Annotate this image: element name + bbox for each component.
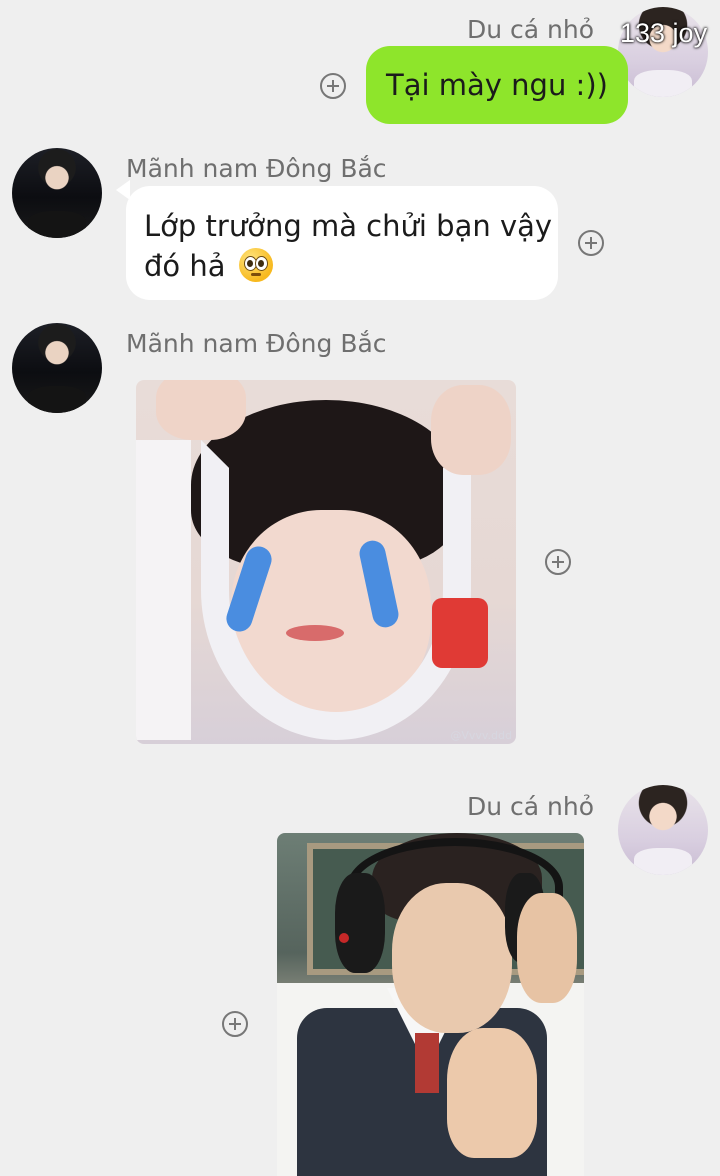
message-text-line-2: đó hả <box>144 246 540 286</box>
message-text-line-2-text: đó hả <box>144 249 226 283</box>
sender-name: Du cá nhỏ <box>466 15 594 44</box>
pleading-face-icon <box>238 248 273 282</box>
crying-sticker-image[interactable]: @Vvvv.ddd <box>136 380 516 744</box>
plus-circle-icon[interactable] <box>545 549 571 575</box>
bubble-tail <box>594 55 608 75</box>
avatar-overlay-label: 133 joy <box>620 18 708 48</box>
message-bubble-incoming[interactable]: Lớp trưởng mà chửi bạn vậy đó hả <box>126 186 558 300</box>
bubble-tail <box>116 180 130 200</box>
avatar-shirt <box>634 70 692 97</box>
avatar-manh-nam-dong-bac[interactable] <box>12 148 102 238</box>
message-text-line-1: Lớp trưởng mà chửi bạn vậy <box>144 209 553 243</box>
avatar-manh-nam-dong-bac[interactable] <box>12 323 102 413</box>
headphones-sticker-image[interactable] <box>277 833 584 1176</box>
avatar-du-ca-nho[interactable] <box>618 785 708 875</box>
plus-circle-icon[interactable] <box>578 230 604 256</box>
sender-name: Du cá nhỏ <box>466 792 594 821</box>
avatar-shirt <box>28 386 86 413</box>
message-bubble-outgoing[interactable]: Tại mày ngu :)) <box>366 46 628 124</box>
plus-circle-icon[interactable] <box>222 1011 248 1037</box>
sender-name: Mãnh nam Đông Bắc <box>126 154 387 183</box>
image-watermark: @Vvvv.ddd <box>450 729 512 742</box>
plus-circle-icon[interactable] <box>320 73 346 99</box>
message-text: Tại mày ngu :)) <box>386 68 608 102</box>
avatar-shirt <box>28 211 86 238</box>
sender-name: Mãnh nam Đông Bắc <box>126 329 387 358</box>
headphone-cup <box>335 873 385 973</box>
avatar-shirt <box>634 848 692 875</box>
